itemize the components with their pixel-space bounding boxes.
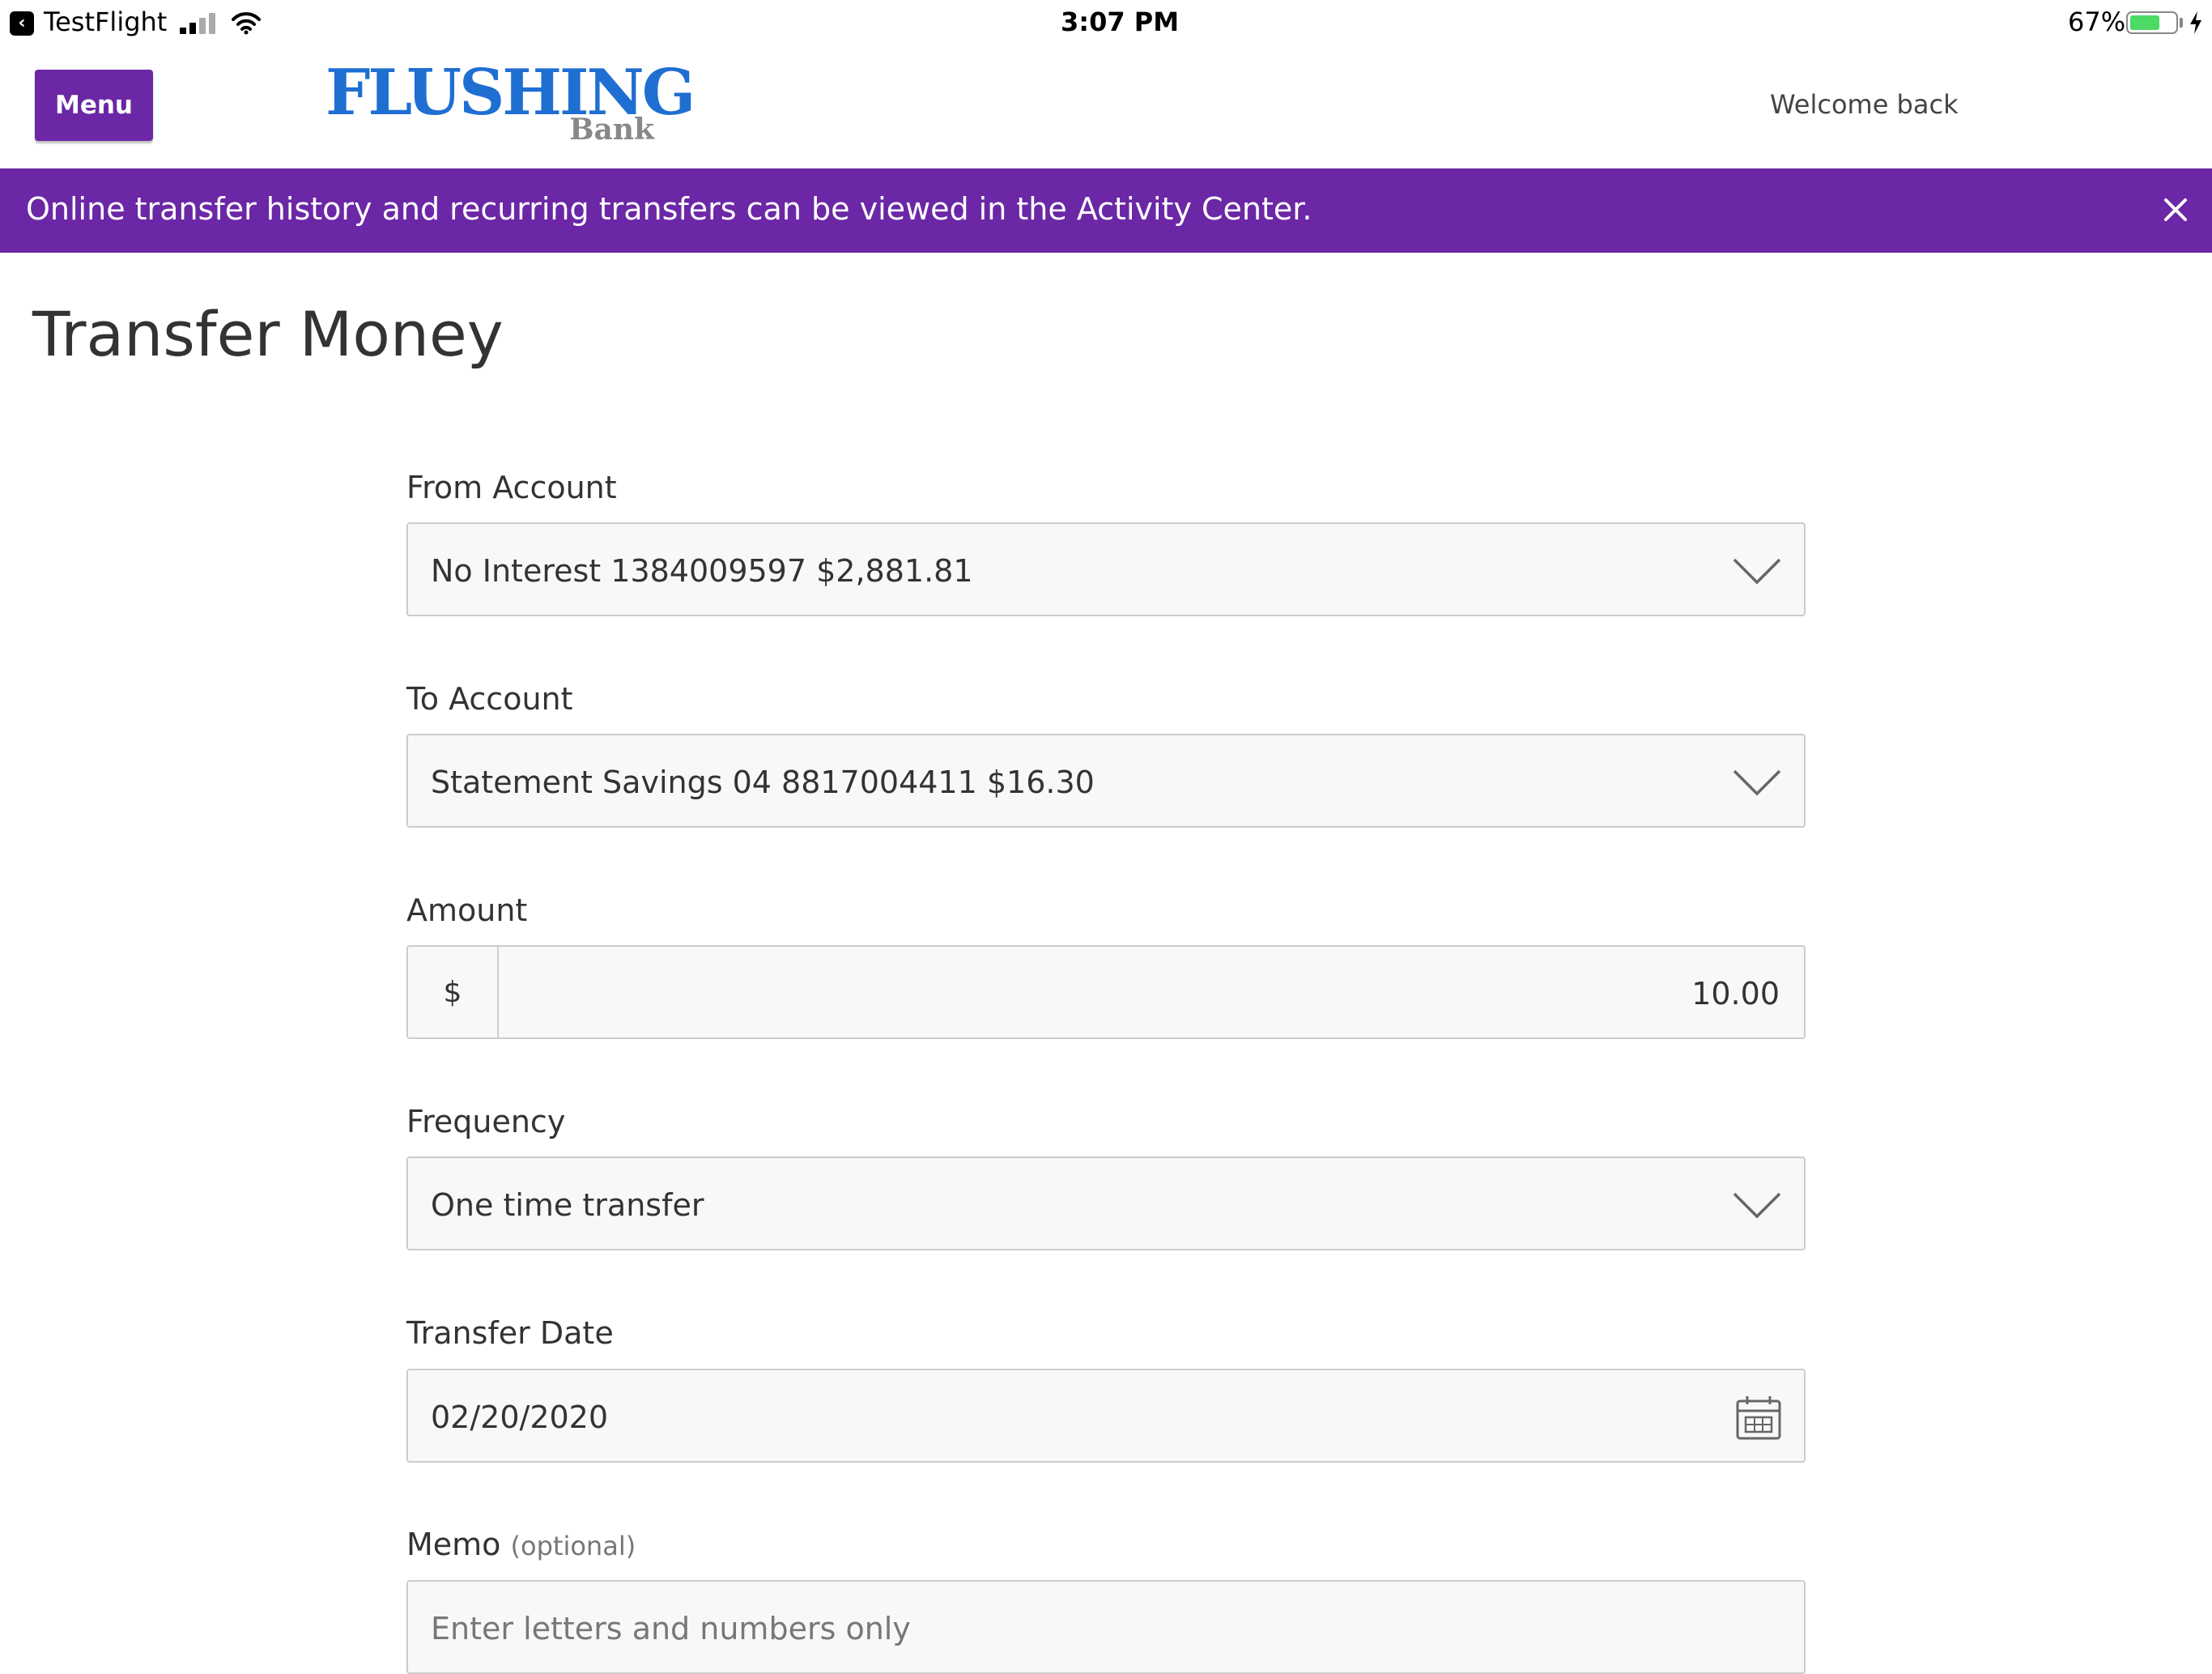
calendar-icon[interactable] [1734, 1393, 1783, 1442]
amount-value: 10.00 [1691, 976, 1780, 1012]
frequency-value: One time transfer [431, 1187, 704, 1223]
page-title: Transfer Money [32, 298, 504, 370]
memo-label: Memo (optional) [406, 1527, 636, 1562]
frequency-label: Frequency [406, 1104, 566, 1139]
transfer-date-value: 02/20/2020 [431, 1399, 609, 1435]
chevron-down-icon [1733, 1192, 1781, 1219]
info-banner: Online transfer history and recurring tr… [0, 168, 2212, 253]
menu-button[interactable]: Menu [35, 70, 153, 141]
welcome-message: Welcome back [1770, 89, 1959, 120]
wifi-icon [232, 12, 261, 35]
to-account-value: Statement Savings 04 8817004411 $16.30 [431, 765, 1095, 800]
battery-fill [2130, 15, 2160, 30]
chevron-down-icon [1733, 769, 1781, 796]
from-account-select[interactable]: No Interest 1384009597 $2,881.81 [406, 522, 1806, 616]
frequency-select[interactable]: One time transfer [406, 1156, 1806, 1250]
transfer-date-label: Transfer Date [406, 1315, 614, 1351]
to-account-select[interactable]: Statement Savings 04 8817004411 $16.30 [406, 734, 1806, 828]
status-bar: ‹ TestFlight 3:07 PM 67% [0, 0, 2212, 45]
amount-input[interactable]: $ 10.00 [406, 945, 1806, 1039]
from-account-label: From Account [406, 470, 617, 505]
charging-bolt-icon [2190, 11, 2201, 34]
from-account-value: No Interest 1384009597 $2,881.81 [431, 553, 973, 589]
close-icon [2164, 198, 2187, 221]
chevron-down-icon [1733, 558, 1781, 585]
memo-input[interactable]: Enter letters and numbers only [406, 1580, 1806, 1674]
battery-cap [2180, 18, 2183, 28]
currency-prefix: $ [408, 947, 499, 1037]
memo-placeholder: Enter letters and numbers only [431, 1611, 911, 1646]
to-account-label: To Account [406, 681, 573, 717]
back-to-app-icon[interactable]: ‹ [10, 11, 34, 36]
cellular-signal-icon [180, 13, 217, 34]
transfer-date-input[interactable]: 02/20/2020 [406, 1369, 1806, 1463]
banner-message: Online transfer history and recurring tr… [26, 191, 1312, 227]
battery-percentage: 67% [2068, 6, 2126, 37]
memo-label-text: Memo [406, 1527, 501, 1562]
memo-optional-hint: (optional) [510, 1531, 636, 1561]
amount-label: Amount [406, 892, 528, 928]
flushing-bank-logo[interactable]: FLUSHING Bank [325, 57, 696, 151]
status-time: 3:07 PM [1061, 6, 1180, 37]
banner-close-button[interactable] [2154, 188, 2197, 232]
status-back-app-label[interactable]: TestFlight [44, 6, 167, 37]
logo-sub-text: Bank [569, 113, 654, 147]
battery-icon [2126, 11, 2178, 34]
